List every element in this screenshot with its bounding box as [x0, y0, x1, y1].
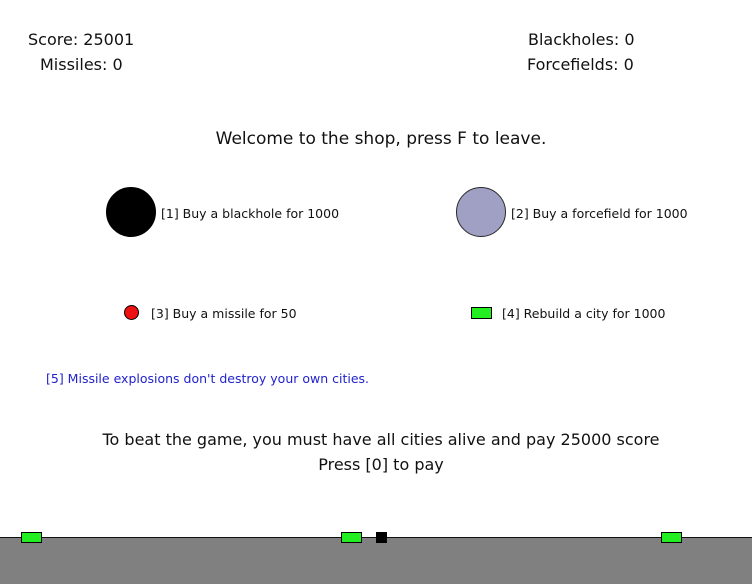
city	[661, 532, 682, 543]
city	[21, 532, 42, 543]
missile-launcher	[376, 532, 387, 543]
rebuild-city-option[interactable]: [4] Rebuild a city for 1000	[502, 306, 665, 321]
city-icon[interactable]	[471, 307, 492, 319]
pay-prompt-text: Press [0] to pay	[318, 455, 444, 474]
missile-explosion-upgrade-option[interactable]: [5] Missile explosions don't destroy you…	[46, 371, 369, 386]
missile-icon[interactable]	[124, 305, 139, 320]
buy-missile-option[interactable]: [3] Buy a missile for 50	[151, 306, 297, 321]
forcefield-icon[interactable]	[456, 187, 506, 237]
forcefields-count: Forcefields: 0	[527, 55, 634, 74]
ground	[0, 537, 752, 584]
score-display: Score: 25001	[28, 30, 135, 49]
shop-welcome-text: Welcome to the shop, press F to leave.	[215, 129, 547, 149]
missiles-count: Missiles: 0	[40, 55, 123, 74]
buy-blackhole-option[interactable]: [1] Buy a blackhole for 1000	[161, 206, 339, 221]
buy-forcefield-option[interactable]: [2] Buy a forcefield for 1000	[511, 206, 688, 221]
win-condition-text: To beat the game, you must have all citi…	[102, 430, 660, 449]
city	[341, 532, 362, 543]
blackholes-count: Blackholes: 0	[528, 30, 635, 49]
blackhole-icon[interactable]	[106, 187, 156, 237]
